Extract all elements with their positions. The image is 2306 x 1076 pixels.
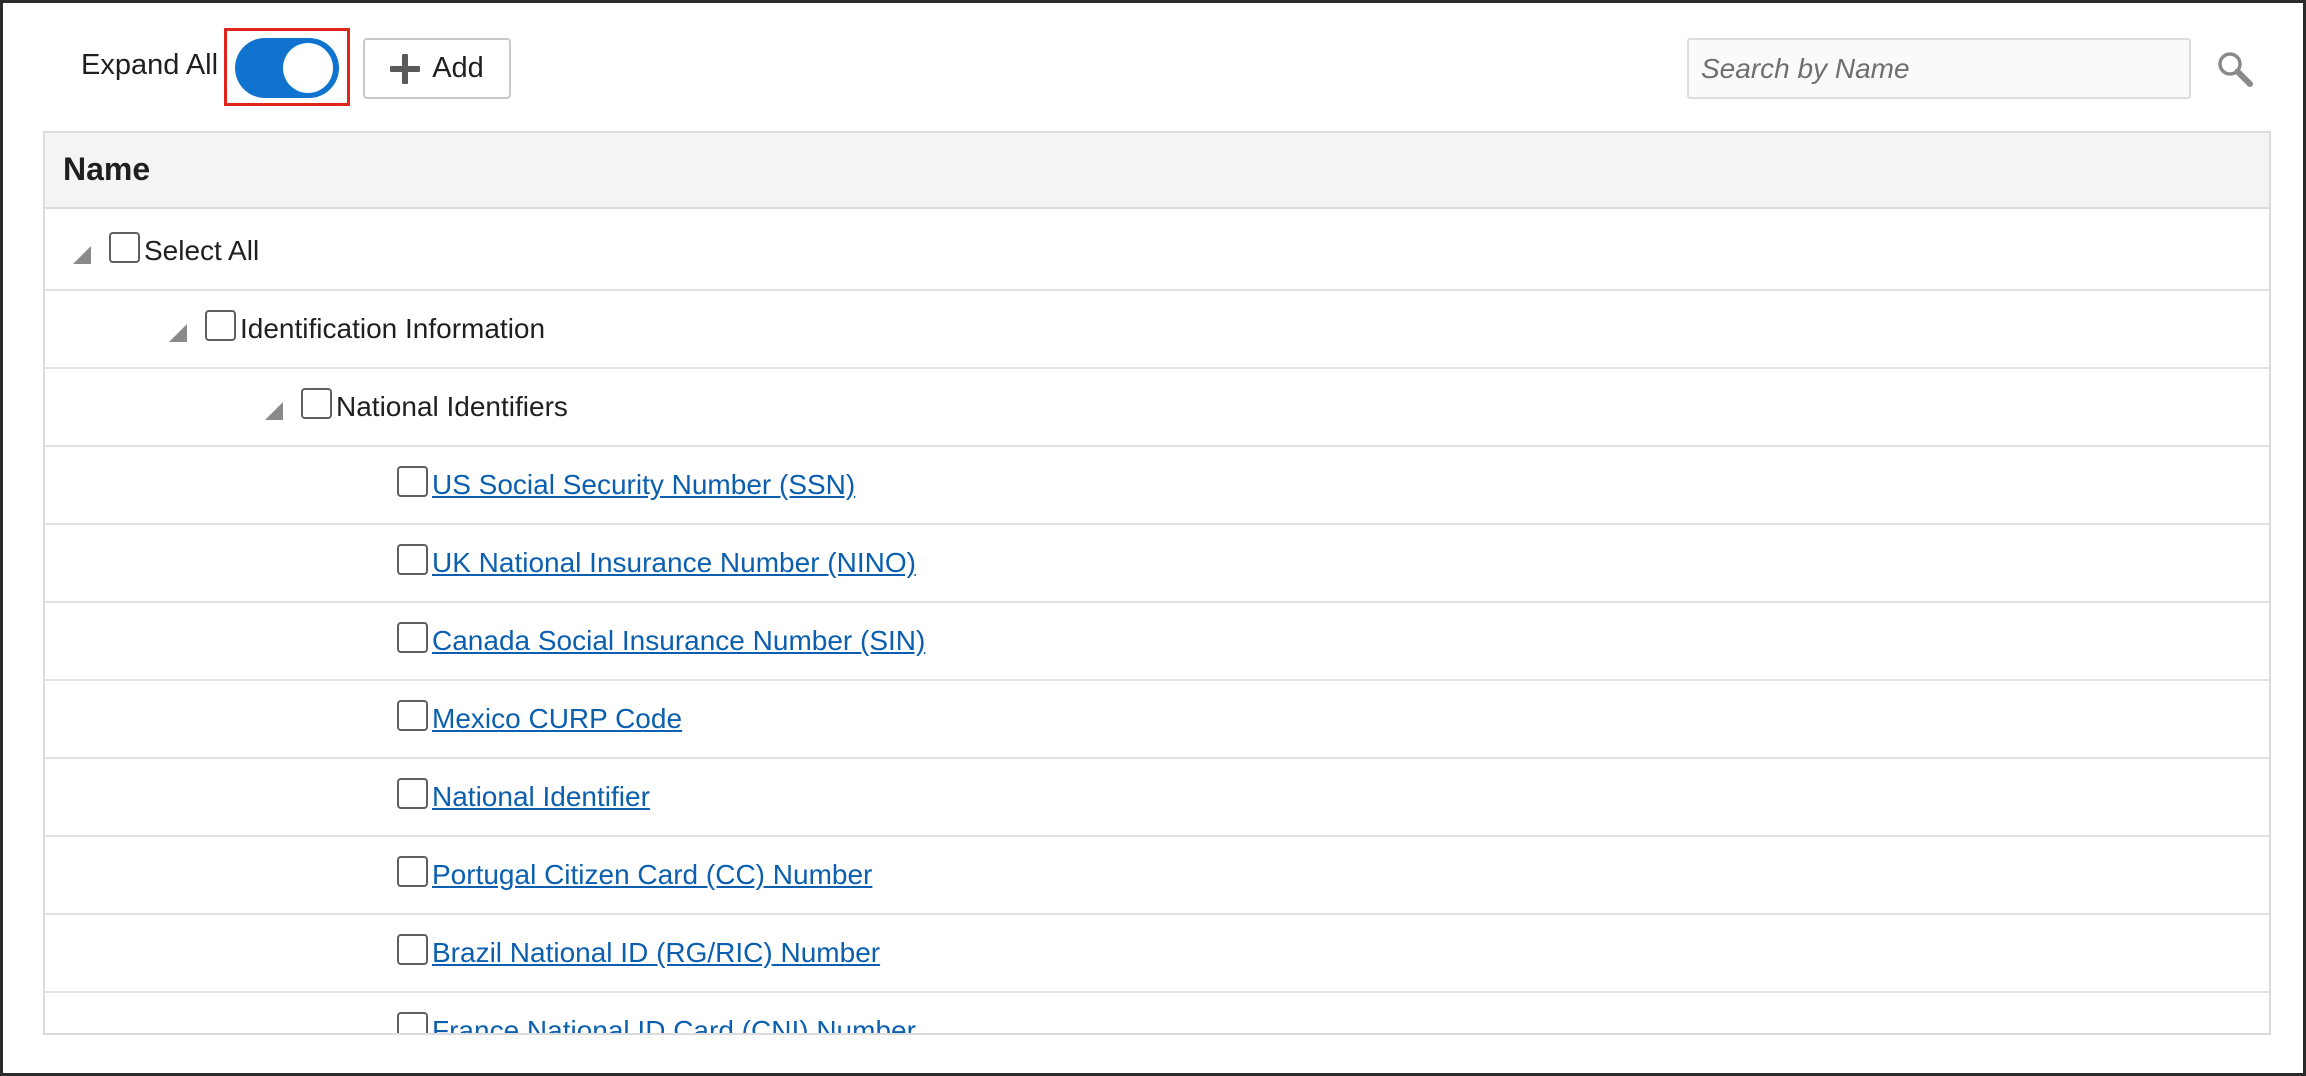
table-row[interactable]: Identification Information [45,291,2269,369]
window-frame: Expand All Add Name Select All Identifica… [0,0,2306,1076]
table-row[interactable]: National Identifiers [45,369,2269,447]
expand-all-toggle[interactable] [235,38,339,98]
table-row[interactable]: UK National Insurance Number (NINO) [45,525,2269,603]
row-content: Select All [73,231,259,271]
row-link[interactable]: France National ID Card (CNI) Number [432,1015,916,1033]
row-link[interactable]: Brazil National ID (RG/RIC) Number [432,937,880,969]
add-button-label: Add [432,52,484,84]
table-row[interactable]: Canada Social Insurance Number (SIN) [45,603,2269,681]
row-link[interactable]: Portugal Citizen Card (CC) Number [432,859,872,891]
tree-table: Name Select All Identification Informatio… [43,131,2271,1035]
row-checkbox[interactable] [397,933,428,965]
row-content: Canada Social Insurance Number (SIN) [397,621,925,661]
row-content: National Identifiers [265,387,568,427]
row-content: Mexico CURP Code [397,699,682,739]
search-input[interactable] [1687,38,2191,99]
row-link[interactable]: US Social Security Number (SSN) [432,469,855,501]
row-link[interactable]: Mexico CURP Code [432,703,682,735]
row-checkbox[interactable] [397,699,428,731]
table-row[interactable]: Mexico CURP Code [45,681,2269,759]
table-header: Name [45,133,2269,209]
table-row[interactable]: Select All [45,213,2269,291]
row-link[interactable]: UK National Insurance Number (NINO) [432,547,916,579]
row-checkbox[interactable] [397,543,428,575]
row-link[interactable]: National Identifier [432,781,650,813]
table-row[interactable]: Brazil National ID (RG/RIC) Number [45,915,2269,993]
row-content: UK National Insurance Number (NINO) [397,543,916,583]
add-button[interactable]: Add [363,38,511,99]
row-checkbox[interactable] [301,387,332,419]
row-content: Brazil National ID (RG/RIC) Number [397,933,880,973]
table-row[interactable]: National Identifier [45,759,2269,837]
row-content: US Social Security Number (SSN) [397,465,855,505]
expand-all-label: Expand All [81,49,219,81]
search-icon[interactable] [2215,49,2255,89]
row-checkbox[interactable] [397,855,428,887]
collapse-triangle-icon[interactable] [265,402,283,420]
row-checkbox[interactable] [205,309,236,341]
collapse-triangle-icon[interactable] [73,246,91,264]
row-label: Select All [144,235,260,266]
table-body: Select All Identification Information Nati… [45,213,2269,1033]
row-content: National Identifier [397,777,650,817]
plus-icon [390,53,421,84]
name-column-header: Name [63,151,151,187]
table-row[interactable]: France National ID Card (CNI) Number [45,993,2269,1033]
row-label: National Identifiers [336,391,568,422]
row-link[interactable]: Canada Social Insurance Number (SIN) [432,625,925,657]
row-content: Portugal Citizen Card (CC) Number [397,855,872,895]
toggle-knob [283,43,333,93]
row-label: Identification Information [240,313,546,344]
row-checkbox[interactable] [397,777,428,809]
row-content: France National ID Card (CNI) Number [397,1011,916,1033]
row-checkbox[interactable] [397,1011,428,1033]
row-checkbox[interactable] [397,465,428,497]
collapse-triangle-icon[interactable] [169,324,187,342]
row-content: Identification Information [169,309,545,349]
row-checkbox[interactable] [109,231,140,263]
table-row[interactable]: US Social Security Number (SSN) [45,447,2269,525]
row-checkbox[interactable] [397,621,428,653]
table-row[interactable]: Portugal Citizen Card (CC) Number [45,837,2269,915]
